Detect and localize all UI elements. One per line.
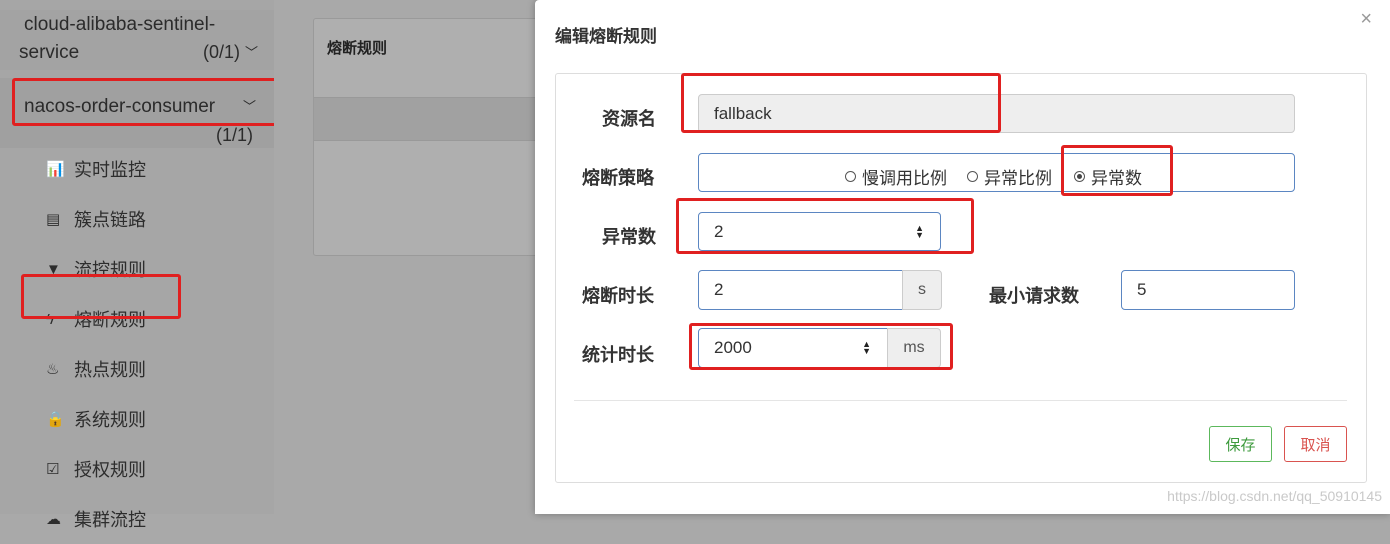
app-name-line1: cloud-alibaba-sentinel- bbox=[24, 14, 216, 35]
radio-slow-ratio[interactable]: 慢调用比例 bbox=[845, 164, 947, 189]
close-icon[interactable]: × bbox=[1360, 8, 1372, 31]
stat-interval-label: 统计时长 bbox=[582, 345, 654, 365]
app-count: (0/1) bbox=[203, 42, 241, 62]
chevron-down-icon[interactable]: ﹀ bbox=[243, 96, 256, 115]
min-request-input[interactable]: 5 bbox=[1121, 270, 1295, 310]
sidebar-item-label: 集群流控 bbox=[74, 510, 146, 530]
radio-label: 慢调用比例 bbox=[862, 169, 947, 188]
sidebar-item-label: 流控规则 bbox=[74, 260, 146, 280]
stat-interval-input[interactable]: 2000 ▲ ▼ bbox=[698, 328, 888, 368]
fire-icon: ♨ bbox=[46, 361, 60, 378]
stat-interval-value: 2000 bbox=[714, 338, 752, 357]
rules-panel: 熔断规则 bbox=[313, 18, 555, 256]
sidebar-item-auth-rules[interactable]: ☑ 授权规则 bbox=[46, 444, 146, 494]
spinner-icon[interactable]: ▲ ▼ bbox=[915, 223, 924, 239]
app-name-line2: service bbox=[19, 42, 80, 63]
sidebar-item-cluster-link[interactable]: ▤ 簇点链路 bbox=[46, 194, 146, 244]
exception-count-value: 2 bbox=[714, 221, 724, 241]
sidebar-item-label: 授权规则 bbox=[74, 460, 146, 480]
panel-title: 熔断规则 bbox=[327, 40, 388, 57]
exception-count-input[interactable]: 2 ▲ ▼ bbox=[698, 212, 941, 251]
divider bbox=[574, 400, 1347, 401]
dialog-title: 编辑熔断规则 bbox=[555, 27, 657, 46]
list-icon: ▤ bbox=[46, 211, 61, 228]
resource-label: 资源名 bbox=[602, 109, 656, 129]
radio-label: 异常比例 bbox=[984, 169, 1052, 188]
resource-input[interactable]: fallback bbox=[698, 94, 1295, 133]
radio-selected-icon bbox=[1074, 171, 1085, 182]
time-window-label: 熔断时长 bbox=[582, 286, 654, 306]
app-count: (1/1) bbox=[216, 125, 254, 145]
sidebar-item-label: 簇点链路 bbox=[74, 210, 146, 230]
sidebar-item-label: 实时监控 bbox=[74, 160, 146, 180]
sidebar-item-label: 热点规则 bbox=[74, 360, 146, 380]
sidebar-item-hotspot-rules[interactable]: ♨ 热点规则 bbox=[46, 344, 146, 394]
app-item-sentinel-service[interactable]: cloud-alibaba-sentinel- service (0/1) ﹀ bbox=[0, 10, 274, 70]
app-name: nacos-order-consumer bbox=[24, 96, 216, 117]
app-item-nacos-order-consumer[interactable]: nacos-order-consumer ﹀ (1/1) bbox=[0, 78, 274, 148]
chevron-down-icon[interactable]: ﹀ bbox=[245, 42, 258, 61]
sidebar-item-degrade-rules[interactable]: ϟ 熔断规则 bbox=[46, 294, 146, 344]
radio-exception-ratio[interactable]: 异常比例 bbox=[967, 164, 1052, 189]
radio-exception-count[interactable]: 异常数 bbox=[1074, 164, 1142, 189]
exception-count-label: 异常数 bbox=[602, 227, 656, 247]
cancel-button[interactable]: 取消 bbox=[1284, 426, 1347, 462]
bar-chart-icon: 📊 bbox=[46, 161, 65, 178]
save-button[interactable]: 保存 bbox=[1209, 426, 1272, 462]
watermark: https://blog.csdn.net/qq_50910145 bbox=[1167, 488, 1382, 504]
sidebar-item-system-rules[interactable]: 🔒 系统规则 bbox=[46, 394, 146, 444]
sidebar-item-cluster-flow[interactable]: ☁ 集群流控 bbox=[46, 494, 146, 544]
stat-interval-unit: ms bbox=[887, 328, 941, 368]
sidebar-menu: 📊 实时监控 ▤ 簇点链路 ▼ 流控规则 ϟ 熔断规则 ♨ 热点规则 🔒 系统规… bbox=[46, 144, 146, 544]
strategy-label: 熔断策略 bbox=[582, 168, 654, 188]
radio-circle-icon bbox=[845, 171, 856, 182]
sidebar-item-flow-rules[interactable]: ▼ 流控规则 bbox=[46, 244, 146, 294]
min-request-label: 最小请求数 bbox=[989, 286, 1079, 306]
spinner-icon[interactable]: ▲ ▼ bbox=[862, 340, 871, 356]
time-window-unit: s bbox=[902, 270, 942, 310]
sidebar: cloud-alibaba-sentinel- service (0/1) ﹀ … bbox=[0, 0, 302, 530]
rule-form: 资源名 fallback 熔断策略 慢调用比例 异常比例 异常数 异常数 2 ▲… bbox=[555, 73, 1367, 483]
sidebar-item-label: 系统规则 bbox=[74, 410, 146, 430]
bolt-icon: ϟ bbox=[46, 310, 54, 328]
edit-degrade-rule-dialog: 编辑熔断规则 × 资源名 fallback 熔断策略 慢调用比例 异常比例 异常… bbox=[535, 0, 1390, 514]
radio-label: 异常数 bbox=[1091, 169, 1142, 188]
check-square-icon: ☑ bbox=[46, 461, 60, 478]
filter-icon: ▼ bbox=[46, 260, 61, 278]
sidebar-item-realtime-monitor[interactable]: 📊 实时监控 bbox=[46, 144, 146, 194]
radio-circle-icon bbox=[967, 171, 978, 182]
table-header bbox=[314, 97, 554, 141]
time-window-input[interactable]: 2 bbox=[698, 270, 903, 310]
sidebar-item-label: 熔断规则 bbox=[74, 310, 146, 330]
lock-icon: 🔒 bbox=[46, 411, 65, 428]
cloud-icon: ☁ bbox=[46, 511, 61, 528]
